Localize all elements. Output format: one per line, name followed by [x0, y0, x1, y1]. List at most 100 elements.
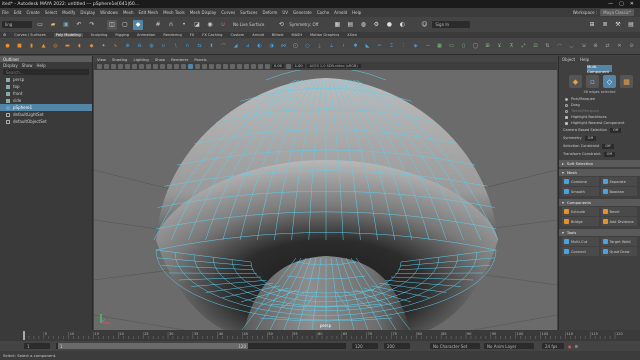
render-frame-icon[interactable]: ▦	[332, 20, 342, 30]
shelf-tab-xgen[interactable]: XGen	[347, 33, 357, 37]
menu-file[interactable]: File	[2, 10, 9, 15]
sign-in-dropdown[interactable]: Sign In	[432, 21, 471, 28]
safe-action-icon[interactable]	[160, 63, 165, 69]
smooth-button[interactable]: Smooth	[562, 187, 599, 196]
shelf-tab-mash[interactable]: MASH	[292, 33, 303, 37]
workspace-dropdown[interactable]: Maya Classic*	[600, 9, 634, 16]
safe-title-icon[interactable]	[167, 63, 172, 69]
range-slider[interactable]: 1 120	[56, 343, 346, 349]
shelf-settings-icon[interactable]: ⚙	[3, 33, 6, 37]
multi-cut-icon[interactable]: ✂	[375, 42, 384, 51]
mushroom-mesh-view[interactable]	[94, 70, 557, 330]
symmetry-label[interactable]: Symmetry: Off	[289, 22, 318, 27]
planar-mapping-icon[interactable]: ▭	[447, 42, 456, 51]
poly-plane-icon[interactable]: ▬	[63, 42, 72, 51]
boolean-difference-icon[interactable]: ∖	[171, 42, 180, 51]
shelf-tab-bifrost[interactable]: Bifrost	[272, 33, 284, 37]
center-pivot-icon[interactable]: ⊙	[627, 42, 636, 51]
shelf-tab-sculpting[interactable]: Sculpting	[91, 33, 108, 37]
bridge-button[interactable]: Bridge	[562, 217, 599, 226]
depth-of-field-icon[interactable]	[237, 63, 242, 69]
shadows-icon[interactable]	[209, 63, 214, 69]
ipr-render-icon[interactable]: ◍	[358, 20, 368, 30]
edge-mode-icon[interactable]: ◇	[603, 75, 616, 88]
menu-edit-mesh[interactable]: Edit Mesh	[139, 10, 159, 15]
start-frame-field[interactable]: 1	[24, 343, 50, 349]
menu-mesh-display[interactable]: Mesh Display	[190, 10, 217, 15]
menu-cache[interactable]: Cache	[317, 10, 329, 15]
boolean-button[interactable]: Boolean	[600, 187, 637, 196]
camera-based-selection-row[interactable]: Camera Based Selection Off	[559, 126, 640, 134]
combine-button[interactable]: Combine	[562, 177, 599, 186]
poly-cone-icon[interactable]: ▲	[39, 42, 48, 51]
add-divisions-button[interactable]: Add Divisions	[600, 217, 637, 226]
bookmark-icon[interactable]	[111, 63, 116, 69]
cylindrical-mapping-icon[interactable]: ▯	[459, 42, 468, 51]
resolution-gate-icon[interactable]	[139, 63, 144, 69]
maximize-button[interactable]: ▢	[619, 1, 624, 7]
menu-windows[interactable]: Windows	[100, 10, 118, 15]
selection-constraint-dropdown[interactable]: Off	[602, 143, 614, 149]
mesh-section[interactable]: ▾ Mesh	[559, 169, 640, 176]
radio-button[interactable]	[565, 109, 568, 113]
merge-icon[interactable]: ⋈	[279, 42, 288, 51]
character-set-dropdown[interactable]: No Character Set	[430, 343, 480, 349]
smooth-icon[interactable]: ◍	[147, 42, 156, 51]
shelf-tab-arnold[interactable]: Arnold	[252, 33, 264, 37]
time-slider[interactable]: 5 10 15 20 25 30 35 40 45 50 55 60 65 70 75 80 85 90 95 100…	[0, 330, 640, 341]
grid-icon[interactable]	[125, 63, 130, 69]
extrude-button[interactable]: Extrude	[562, 207, 599, 216]
collapse-icon[interactable]: ⤓	[315, 42, 324, 51]
motion-blur-icon[interactable]	[223, 63, 228, 69]
quad-draw-icon[interactable]: ◈	[411, 42, 420, 51]
outliner-item-side[interactable]: side	[0, 97, 92, 104]
circularize-icon[interactable]: ○	[303, 42, 312, 51]
wireframe-on-shaded-icon[interactable]	[188, 63, 193, 69]
offset-edge-loop-icon[interactable]: ⫶	[399, 42, 408, 51]
snap-point-icon[interactable]: •	[179, 20, 189, 30]
ambient-occlusion-icon[interactable]	[216, 63, 221, 69]
current-frame-marker[interactable]	[23, 331, 25, 340]
channel-box-icon[interactable]: ▤	[626, 20, 636, 30]
shelf-tab-fx[interactable]: FX	[190, 33, 195, 37]
checkbox[interactable]	[565, 115, 568, 119]
checkbox[interactable]	[565, 121, 568, 125]
target-weld-button[interactable]: Target Weld	[600, 237, 637, 246]
menu-create[interactable]: Create	[26, 10, 39, 15]
arnold-render-icon[interactable]: ◐	[397, 20, 407, 30]
soft-selection-section[interactable]: ▸ Soft Selection	[559, 160, 640, 167]
tools-section[interactable]: ▾ Tools	[559, 229, 640, 236]
outliner-menu-display[interactable]: Display	[3, 63, 18, 68]
multi-component-button[interactable]: Multi-Component	[587, 64, 612, 74]
menu-help[interactable]: Help	[352, 10, 361, 15]
detach-icon[interactable]: ⟊	[339, 42, 348, 51]
bevel-button[interactable]: Bevel	[600, 207, 637, 216]
viewport-menu-shading[interactable]: Shading	[112, 57, 127, 62]
redo-icon[interactable]: ↷	[87, 20, 97, 30]
cut-uv-icon[interactable]: ⊼	[507, 42, 516, 51]
insert-edge-loop-icon[interactable]: ⌶	[387, 42, 396, 51]
hypershade-icon[interactable]: ●	[384, 20, 394, 30]
textured-icon[interactable]	[195, 63, 200, 69]
close-button[interactable]: ✕	[630, 1, 634, 7]
reverse-normals-icon[interactable]: ⇅	[543, 42, 552, 51]
render-sequence-icon[interactable]: ▤	[345, 20, 355, 30]
viewport-menu-view[interactable]: View	[97, 57, 106, 62]
poly-disc-icon[interactable]: ◖	[75, 42, 84, 51]
target-weld-icon[interactable]: ⊸	[423, 42, 432, 51]
menu-surfaces[interactable]: Surfaces	[240, 10, 257, 15]
modeling-toolkit-icon[interactable]: ⊞	[587, 20, 597, 30]
field-chart-icon[interactable]	[153, 63, 158, 69]
construction-history-icon[interactable]: ⟲	[276, 20, 286, 30]
sweep-mesh-icon[interactable]: ∿	[111, 42, 120, 51]
menu-set-dropdown[interactable]: ling	[2, 21, 32, 28]
merge-center-icon[interactable]: ⨀	[291, 42, 300, 51]
bevel-icon[interactable]: ◢	[231, 42, 240, 51]
open-scene-icon[interactable]: ▰	[48, 20, 58, 30]
menu-mesh[interactable]: Mesh	[123, 10, 134, 15]
snap-curve-icon[interactable]: ∩	[166, 20, 176, 30]
snap-view-icon[interactable]: ◪	[192, 20, 202, 30]
symmetry-row[interactable]: Symmetry Off	[559, 134, 640, 142]
transfer-attributes-icon[interactable]: ⇄	[603, 42, 612, 51]
viewport-menu-lighting[interactable]: Lighting	[133, 57, 148, 62]
